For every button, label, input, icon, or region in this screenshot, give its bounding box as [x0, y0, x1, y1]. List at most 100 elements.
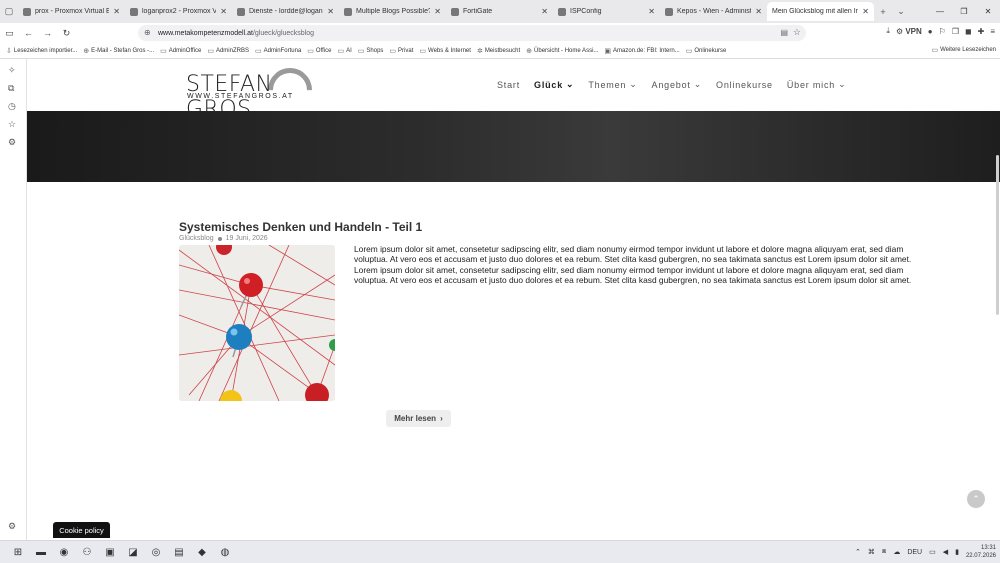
- post-title[interactable]: Systemisches Denken und Handeln - Teil 1: [179, 220, 422, 234]
- close-tab-icon[interactable]: ✕: [327, 7, 334, 16]
- bookmark-folder[interactable]: ▭ Shops: [358, 47, 384, 55]
- bookmarks-icon[interactable]: ☆: [8, 119, 16, 130]
- other-bookmarks[interactable]: ▭ Weitere Lesezeichen: [931, 46, 996, 54]
- clock[interactable]: 13:31 22.07.2026: [966, 544, 996, 560]
- account-icon[interactable]: ●: [928, 27, 933, 36]
- new-tab-icon[interactable]: +: [874, 3, 892, 21]
- tab-title: loganprox2 - Proxmox Virt: [142, 8, 217, 15]
- bookmarks-bar: ⇩ Lesezeichen importier... ⊕ E-Mail - Stef…: [0, 43, 1000, 59]
- tab-favicon: [23, 7, 31, 16]
- site-logo[interactable]: STEFAN GROS WWW.STEFANGROS.AT: [186, 59, 322, 122]
- start-menu-icon[interactable]: ⊞: [11, 545, 25, 559]
- outlook-icon[interactable]: ◪: [126, 545, 140, 559]
- close-window-icon[interactable]: ✕: [976, 0, 1000, 23]
- close-tab-icon[interactable]: ✕: [541, 7, 548, 16]
- close-tab-icon[interactable]: ✕: [220, 7, 227, 16]
- nav-item-onlinekurse[interactable]: Onlinekurse: [716, 79, 773, 90]
- maximize-icon[interactable]: ❐: [952, 0, 976, 23]
- bookmark-folder[interactable]: ▭ AdminOffice: [160, 47, 201, 55]
- cloud-icon[interactable]: ☁: [893, 548, 900, 556]
- close-tab-icon[interactable]: ✕: [113, 7, 120, 16]
- bookmark-item[interactable]: ⊕ E-Mail - Stefan Gros -...: [83, 47, 154, 55]
- site-info-icon[interactable]: ⊕: [144, 28, 151, 37]
- nav-item-start[interactable]: Start: [497, 79, 520, 90]
- bookmark-folder[interactable]: ▭ Office: [307, 47, 331, 55]
- nav-item-ueber-mich[interactable]: Über mich ⌄: [787, 79, 847, 90]
- page-scrollbar[interactable]: [996, 155, 999, 315]
- cookie-policy-button[interactable]: Cookie policy: [53, 522, 110, 538]
- bookmark-label: Amazon.de: FBI: Intern...: [613, 47, 680, 54]
- tab-1[interactable]: prox - Proxmox Virtual Envi✕: [18, 2, 125, 21]
- workspaces-icon[interactable]: ▢: [0, 3, 18, 21]
- close-tab-icon[interactable]: ✕: [648, 7, 655, 16]
- tab-3[interactable]: Dienste - lordde@logan.us ✕: [232, 2, 339, 21]
- tab-5[interactable]: FortiGate ✕: [446, 2, 553, 21]
- sidebar-toggle-icon[interactable]: ▭: [0, 28, 19, 39]
- minimize-icon[interactable]: —: [928, 0, 952, 23]
- pins-network-image: [179, 245, 335, 401]
- menu-icon[interactable]: ≡: [990, 27, 995, 36]
- tab-list-chevron-icon[interactable]: ⌄: [892, 3, 910, 21]
- bookmark-folder[interactable]: ▭ AI: [337, 47, 351, 55]
- tab-6[interactable]: ISPConfig ✕: [553, 2, 660, 21]
- extensions-icon[interactable]: ⚐: [939, 27, 946, 36]
- tab-title: ISPConfig: [570, 8, 602, 15]
- bookmark-folder[interactable]: ▭ AdminFortuna: [255, 47, 301, 55]
- tab-title: Mein Glücksblog mit allen Ir: [772, 8, 858, 15]
- bookmark-folder[interactable]: ▭ Onlinekurse: [686, 47, 727, 55]
- bookmark-folder[interactable]: ▭ Privat: [389, 47, 413, 55]
- battery-icon[interactable]: ▮: [955, 548, 959, 556]
- tab-4[interactable]: Multiple Blogs Possible? - C✕: [339, 2, 446, 21]
- language-indicator[interactable]: DEU: [907, 549, 922, 556]
- sidebar-settings-icon[interactable]: ⚙: [8, 521, 16, 532]
- nav-item-themen[interactable]: Themen ⌄: [588, 79, 637, 90]
- bookmark-item[interactable]: ⊕ Übersicht - Home Assi...: [526, 47, 598, 55]
- firefox-icon[interactable]: ◉: [57, 545, 71, 559]
- file-explorer-icon[interactable]: ▬: [34, 545, 48, 559]
- bookmark-item[interactable]: ▣ Amazon.de: FBI: Intern...: [604, 47, 679, 55]
- read-more-button[interactable]: Mehr lesen ›: [386, 410, 451, 427]
- folder-icon: ▭: [254, 47, 262, 55]
- nav-item-angebot[interactable]: Angebot ⌄: [652, 79, 702, 90]
- bluetooth-icon[interactable]: ⌘: [868, 548, 875, 556]
- url-field[interactable]: ⊕ www.metakompetenzmodell.at/glueck/glue…: [138, 25, 806, 41]
- downloads-icon[interactable]: ⤓: [886, 26, 890, 36]
- close-tab-icon[interactable]: ✕: [434, 7, 441, 16]
- extension-icon[interactable]: ⚙: [8, 137, 16, 148]
- tab-7[interactable]: Kepos - Wien - Administrat✕: [660, 2, 767, 21]
- bookmark-item[interactable]: ✲ Meistbesucht: [477, 47, 520, 55]
- close-tab-icon[interactable]: ✕: [862, 7, 869, 16]
- copy-icon[interactable]: ❐: [952, 27, 959, 36]
- post-category[interactable]: Glücksblog: [179, 235, 214, 242]
- vpn-button[interactable]: ⚙ VPN: [896, 27, 922, 36]
- extensions-puzzle-icon[interactable]: ✚: [978, 27, 985, 36]
- app-icon[interactable]: ◍: [218, 545, 232, 559]
- tab-8-active[interactable]: Mein Glücksblog mit allen Ir ✕: [767, 2, 874, 21]
- chrome-icon[interactable]: ◎: [149, 545, 163, 559]
- bookmark-folder[interactable]: ▭ Webs & Internet: [419, 47, 471, 55]
- bookmark-star-icon[interactable]: ☆: [793, 27, 801, 38]
- history-icon[interactable]: ◷: [8, 101, 16, 112]
- terminal-icon[interactable]: ▣: [103, 545, 117, 559]
- reload-icon[interactable]: ↻: [57, 28, 76, 39]
- synced-tabs-icon[interactable]: ⧉: [8, 83, 14, 94]
- volume-icon[interactable]: ◀: [943, 548, 948, 556]
- network-app-icon[interactable]: ⚇: [80, 545, 94, 559]
- notepad-icon[interactable]: ▤: [172, 545, 186, 559]
- back-icon[interactable]: ←: [19, 28, 38, 38]
- close-tab-icon[interactable]: ✕: [755, 7, 762, 16]
- nav-item-glueck[interactable]: Glück ⌄: [534, 79, 574, 90]
- bookmark-folder[interactable]: ▭ AdminZRBS: [207, 47, 249, 55]
- tray-chevron-up-icon[interactable]: ⌃: [855, 548, 861, 556]
- network-icon[interactable]: ⧈: [882, 548, 886, 556]
- scroll-to-top-button[interactable]: ⌃: [967, 490, 985, 508]
- bookmark-item[interactable]: ⇩ Lesezeichen importier...: [6, 47, 77, 55]
- forward-icon[interactable]: →: [38, 28, 57, 38]
- reader-view-icon[interactable]: ▤: [780, 28, 788, 37]
- post-thumbnail[interactable]: [179, 245, 335, 401]
- display-icon[interactable]: ▭: [929, 548, 936, 556]
- tab-2[interactable]: loganprox2 - Proxmox Virt ✕: [125, 2, 232, 21]
- pdf-reader-icon[interactable]: ◆: [195, 545, 209, 559]
- ai-chat-icon[interactable]: ✧: [8, 65, 16, 76]
- extension-b-icon[interactable]: ◼: [965, 27, 972, 36]
